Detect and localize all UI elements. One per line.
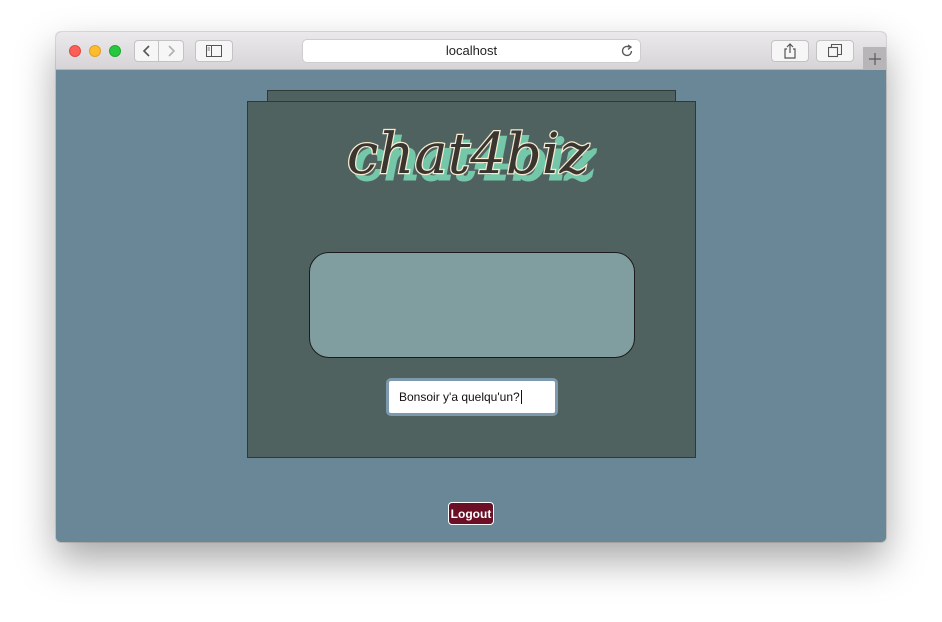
reload-icon[interactable]	[620, 44, 634, 58]
share-icon	[784, 43, 796, 59]
text-caret	[520, 390, 522, 404]
tabs-icon	[828, 44, 842, 58]
chevron-left-icon	[142, 45, 150, 57]
share-button[interactable]	[771, 40, 809, 62]
sidebar-toggle-button[interactable]	[195, 40, 233, 62]
message-list	[309, 252, 635, 358]
zoom-window-button[interactable]	[109, 45, 121, 57]
plus-icon	[868, 52, 881, 65]
forward-button[interactable]	[159, 40, 184, 62]
chat4biz-logo: chat4biz chat4biz	[248, 121, 695, 204]
chat-panel: chat4biz chat4biz Bonsoir y'a quelqu'un?	[247, 101, 696, 458]
logout-button[interactable]: Logout	[448, 502, 494, 525]
browser-window: localhost chat4biz chat4biz Bonsoir y'a …	[56, 32, 886, 542]
message-input-value[interactable]: Bonsoir y'a quelqu'un?	[399, 390, 520, 404]
back-button[interactable]	[134, 40, 159, 62]
close-window-button[interactable]	[69, 45, 81, 57]
address-text[interactable]: localhost	[303, 40, 640, 62]
message-input[interactable]: Bonsoir y'a quelqu'un?	[386, 378, 558, 416]
chevron-right-icon	[168, 45, 176, 57]
show-tabs-button[interactable]	[816, 40, 854, 62]
page-content: chat4biz chat4biz Bonsoir y'a quelqu'un?…	[56, 70, 886, 542]
new-tab-button[interactable]	[863, 47, 886, 70]
minimize-window-button[interactable]	[89, 45, 101, 57]
sidebar-icon	[206, 45, 222, 57]
browser-toolbar: localhost	[56, 32, 886, 70]
logo-text: chat4biz	[346, 122, 589, 187]
address-bar[interactable]: localhost	[302, 39, 641, 63]
